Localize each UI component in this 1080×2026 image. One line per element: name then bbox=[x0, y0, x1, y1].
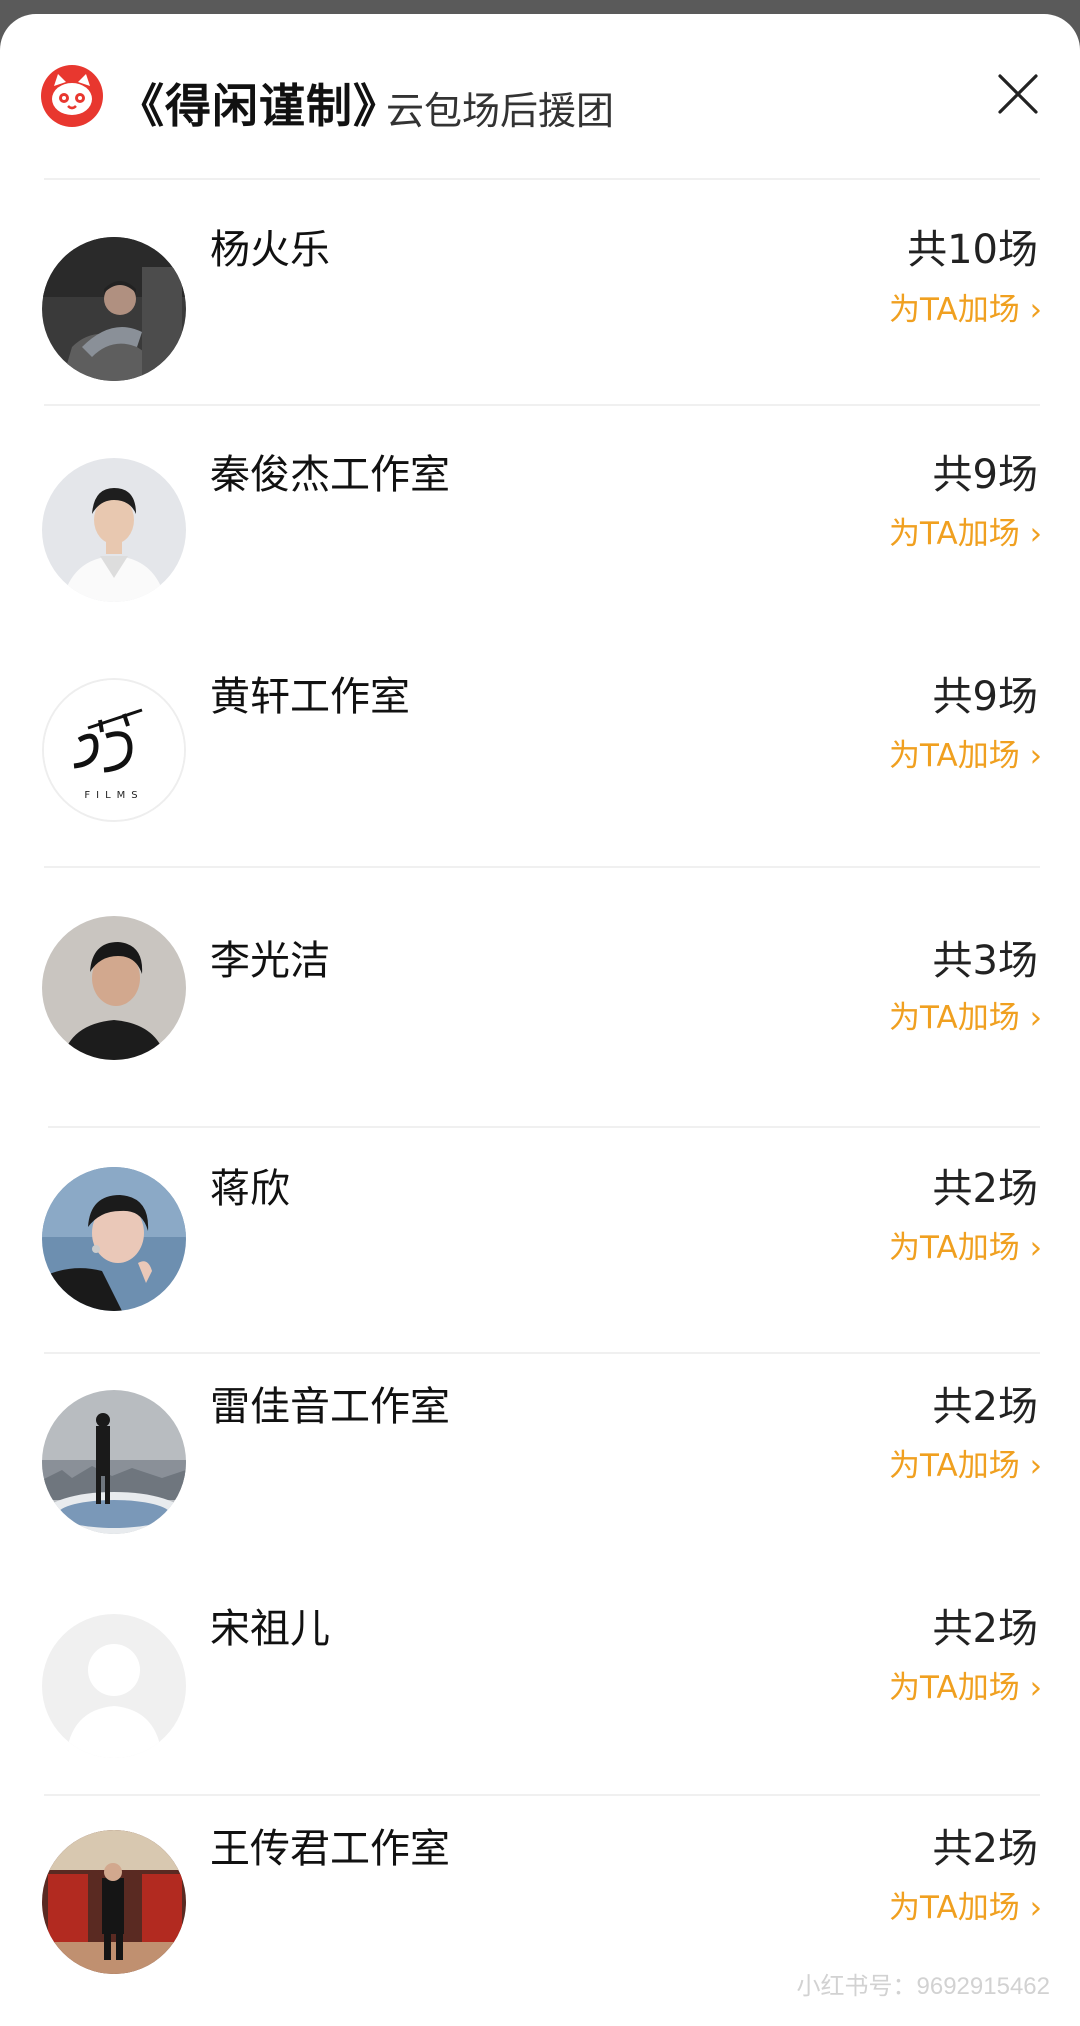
list-item[interactable]: FILMS 黄轩工作室 共9场 为TA加场 › bbox=[0, 630, 1080, 866]
session-count: 共2场 bbox=[932, 1606, 1038, 1652]
page-title: 《得闲谨制》 bbox=[118, 79, 400, 133]
avatar bbox=[42, 458, 186, 602]
session-count: 共9场 bbox=[932, 674, 1038, 720]
add-session-link[interactable]: 为TA加场 › bbox=[889, 284, 1042, 329]
studio-logo-avatar: FILMS bbox=[42, 678, 186, 822]
add-session-link[interactable]: 为TA加场 › bbox=[889, 1882, 1042, 1927]
add-session-link[interactable]: 为TA加场 › bbox=[889, 508, 1042, 553]
list-item[interactable]: 李光洁 共3场 为TA加场 › bbox=[0, 866, 1080, 1126]
supporter-name: 杨火乐 bbox=[210, 227, 330, 273]
add-session-link[interactable]: 为TA加场 › bbox=[889, 1662, 1042, 1707]
default-avatar bbox=[42, 1614, 186, 1758]
list-item[interactable]: 雷佳音工作室 共2场 为TA加场 › bbox=[0, 1352, 1080, 1578]
add-session-link[interactable]: 为TA加场 › bbox=[889, 1440, 1042, 1485]
supporter-name: 宋祖儿 bbox=[210, 1606, 330, 1652]
supporter-name: 蒋欣 bbox=[210, 1166, 290, 1212]
list-item[interactable]: 宋祖儿 共2场 为TA加场 › bbox=[0, 1578, 1080, 1804]
session-count: 共3场 bbox=[932, 938, 1038, 984]
supporter-name: 雷佳音工作室 bbox=[210, 1384, 450, 1430]
sheet-header: 《得闲谨制》 云包场后援团 bbox=[0, 14, 1080, 184]
supporter-name: 李光洁 bbox=[210, 938, 330, 984]
supporter-name: 黄轩工作室 bbox=[210, 674, 410, 720]
avatar bbox=[42, 1167, 186, 1311]
list-item[interactable]: 杨火乐 共10场 为TA加场 › bbox=[0, 178, 1080, 404]
maoyan-cat-logo-icon bbox=[41, 65, 103, 127]
watermark: 小红书号：9692915462 bbox=[796, 1973, 1050, 2000]
add-session-link[interactable]: 为TA加场 › bbox=[889, 730, 1042, 775]
session-count: 共10场 bbox=[907, 227, 1038, 273]
studio-logo-text: FILMS bbox=[84, 790, 143, 801]
add-session-link[interactable]: 为TA加场 › bbox=[889, 992, 1042, 1037]
avatar bbox=[42, 1830, 186, 1974]
avatar bbox=[42, 1390, 186, 1534]
add-session-link[interactable]: 为TA加场 › bbox=[889, 1222, 1042, 1267]
supporter-name: 王传君工作室 bbox=[210, 1826, 450, 1872]
list-item[interactable]: 秦俊杰工作室 共9场 为TA加场 › bbox=[0, 404, 1080, 630]
page-subtitle: 云包场后援团 bbox=[386, 89, 615, 133]
bottom-sheet: 《得闲谨制》 云包场后援团 杨火乐 共10场 为TA加场 › 秦俊杰工作室 共9… bbox=[0, 14, 1080, 2026]
avatar bbox=[42, 237, 186, 381]
supporter-name: 秦俊杰工作室 bbox=[210, 452, 450, 498]
session-count: 共2场 bbox=[932, 1826, 1038, 1872]
session-count: 共2场 bbox=[932, 1384, 1038, 1430]
list-item[interactable]: 蒋欣 共2场 为TA加场 › bbox=[0, 1126, 1080, 1352]
session-count: 共2场 bbox=[932, 1166, 1038, 1212]
close-icon[interactable] bbox=[994, 70, 1042, 118]
session-count: 共9场 bbox=[932, 452, 1038, 498]
avatar bbox=[42, 916, 186, 1060]
